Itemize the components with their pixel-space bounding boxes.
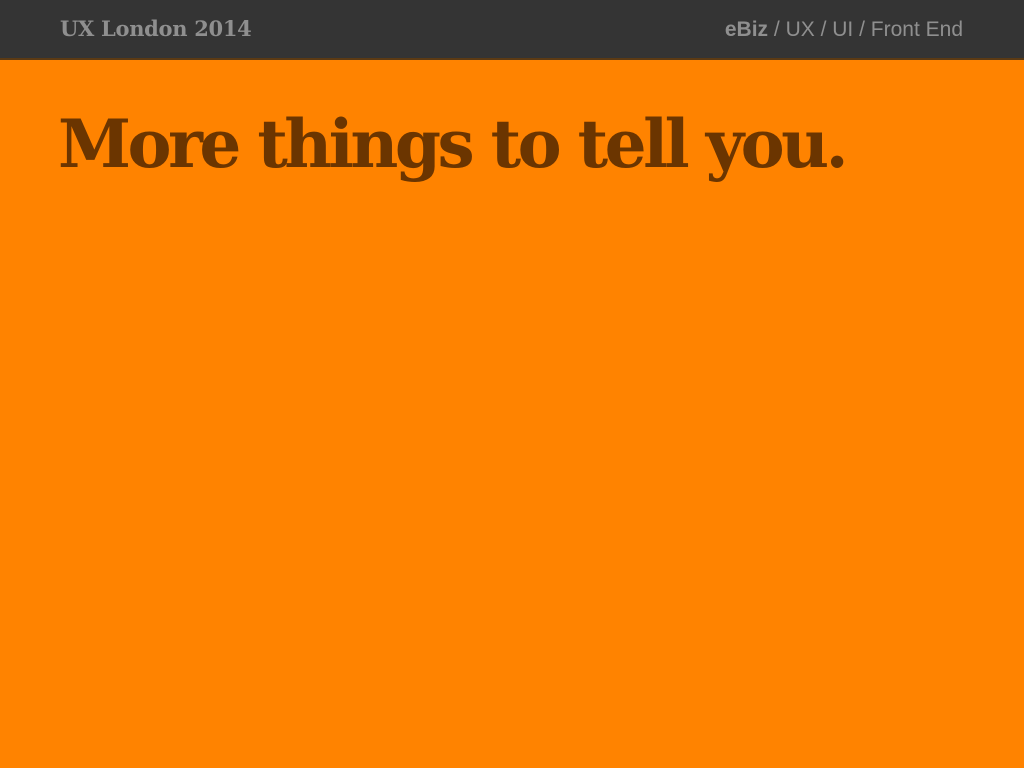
breadcrumb-separator: /: [853, 18, 871, 41]
breadcrumb-item-front-end: Front End: [870, 18, 963, 41]
breadcrumb-item-ux: UX: [785, 18, 815, 41]
event-brand: UX London 2014: [60, 16, 252, 41]
breadcrumb-item-ebiz: eBiz: [724, 18, 769, 41]
breadcrumb: eBiz / UX / UI / Front End: [725, 18, 963, 42]
slide-title: More things to tell you.: [58, 105, 849, 183]
breadcrumb-separator: /: [768, 18, 786, 41]
breadcrumb-item-ui: UI: [832, 18, 854, 41]
header-bar: UX London 2014 eBiz / UX / UI / Front En…: [0, 0, 1024, 60]
breadcrumb-separator: /: [814, 18, 833, 41]
